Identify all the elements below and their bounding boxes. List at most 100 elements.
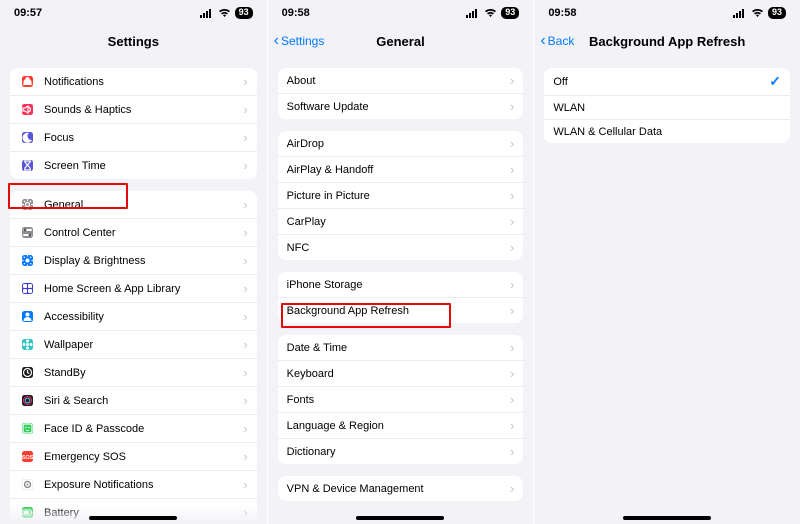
general-group-4: Date & Time›Keyboard›Fonts›Language & Re… — [278, 335, 524, 464]
row-battery[interactable]: Battery› — [10, 498, 257, 524]
chevron-right-icon: › — [243, 102, 247, 117]
row-label: About — [287, 75, 506, 87]
chevron-right-icon: › — [243, 197, 247, 212]
row-label: Exposure Notifications — [44, 479, 239, 491]
nav-bar: Settings — [0, 26, 267, 56]
home-indicator — [356, 516, 444, 520]
row-controlcenter[interactable]: Control Center › — [10, 218, 257, 246]
row-bgrefresh[interactable]: Background App Refresh› — [278, 297, 524, 323]
siri-icon — [19, 392, 36, 409]
back-button[interactable]: ‹ Back — [540, 26, 574, 56]
row-label: Face ID & Passcode — [44, 423, 239, 435]
row-screentime[interactable]: Screen Time› — [10, 151, 257, 179]
page-title: General — [376, 34, 424, 49]
row-carplay[interactable]: CarPlay› — [278, 208, 524, 234]
row-wallpaper[interactable]: Wallpaper› — [10, 330, 257, 358]
chevron-right-icon: › — [243, 393, 247, 408]
row-exposure[interactable]: Exposure Notifications› — [10, 470, 257, 498]
row-airdrop[interactable]: AirDrop› — [278, 131, 524, 156]
back-button[interactable]: ‹ Settings — [274, 26, 325, 56]
back-label: Back — [548, 34, 575, 48]
row-siri[interactable]: Siri & Search › — [10, 386, 257, 414]
row-label: Control Center — [44, 227, 239, 239]
hourglass-icon — [19, 157, 36, 174]
row-about[interactable]: About› — [278, 68, 524, 93]
page-title: Background App Refresh — [589, 34, 745, 49]
home-indicator — [623, 516, 711, 520]
sun-icon — [19, 252, 36, 269]
row-label: Dictionary — [287, 446, 506, 458]
chevron-right-icon: › — [243, 449, 247, 464]
row-label: WLAN & Cellular Data — [553, 126, 781, 138]
bell-icon — [19, 73, 36, 90]
row-vpn[interactable]: VPN & Device Management› — [278, 476, 524, 501]
row-label: Sounds & Haptics — [44, 104, 239, 116]
row-keyboard[interactable]: Keyboard› — [278, 360, 524, 386]
chevron-right-icon: › — [243, 253, 247, 268]
chevron-right-icon: › — [243, 225, 247, 240]
chevron-right-icon: › — [243, 365, 247, 380]
row-label: AirDrop — [287, 138, 506, 150]
back-label: Settings — [281, 34, 324, 48]
chevron-right-icon: › — [510, 188, 514, 203]
chevron-right-icon: › — [510, 214, 514, 229]
status-time: 09:57 — [14, 7, 42, 19]
exposure-icon — [19, 476, 36, 493]
flower-icon — [19, 336, 36, 353]
row-wlancell[interactable]: WLAN & Cellular Data — [544, 119, 790, 143]
signal-icon — [733, 8, 747, 18]
status-time: 09:58 — [548, 7, 576, 19]
row-homescreen[interactable]: Home Screen & App Library› — [10, 274, 257, 302]
row-label: WLAN — [553, 102, 781, 114]
row-software[interactable]: Software Update› — [278, 93, 524, 119]
row-label: Notifications — [44, 76, 239, 88]
speaker-icon — [19, 101, 36, 118]
row-label: Picture in Picture — [287, 190, 506, 202]
chevron-right-icon: › — [243, 130, 247, 145]
status-bar: 09:58 93 — [268, 0, 534, 26]
chevron-right-icon: › — [243, 421, 247, 436]
general-group-2: AirDrop›AirPlay & Handoff›Picture in Pic… — [278, 131, 524, 260]
row-label: AirPlay & Handoff — [287, 164, 506, 176]
row-sounds[interactable]: Sounds & Haptics › — [10, 95, 257, 123]
chevron-right-icon: › — [510, 99, 514, 114]
row-dictionary[interactable]: Dictionary› — [278, 438, 524, 464]
row-storage[interactable]: iPhone Storage› — [278, 272, 524, 297]
row-airplay[interactable]: AirPlay & Handoff› — [278, 156, 524, 182]
row-display[interactable]: Display & Brightness › — [10, 246, 257, 274]
row-focus[interactable]: Focus› — [10, 123, 257, 151]
row-faceid[interactable]: Face ID & Passcode › — [10, 414, 257, 442]
battery-indicator: 93 — [501, 7, 519, 19]
row-accessibility[interactable]: Accessibility› — [10, 302, 257, 330]
row-label: Keyboard — [287, 368, 506, 380]
screen-bg-app-refresh: 09:58 93 ‹ Back Background App Refresh O… — [533, 0, 800, 524]
chevron-right-icon: › — [243, 505, 247, 520]
row-general[interactable]: General › — [10, 191, 257, 218]
chevron-left-icon: ‹ — [274, 33, 279, 49]
chevron-right-icon: › — [510, 277, 514, 292]
grid-icon — [19, 280, 36, 297]
battery-indicator: 93 — [235, 7, 253, 19]
row-nfc[interactable]: NFC› — [278, 234, 524, 260]
row-language[interactable]: Language & Region› — [278, 412, 524, 438]
row-label: General — [44, 199, 239, 211]
person-icon — [19, 308, 36, 325]
row-pip[interactable]: Picture in Picture › — [278, 182, 524, 208]
nav-bar: ‹ Settings General — [268, 26, 534, 56]
chevron-right-icon: › — [510, 240, 514, 255]
row-sos[interactable]: SOSEmergency SOS› — [10, 442, 257, 470]
chevron-right-icon: › — [510, 392, 514, 407]
chevron-right-icon: › — [243, 158, 247, 173]
row-fonts[interactable]: Fonts› — [278, 386, 524, 412]
settings-group-2: General›Control Center›Display & Brightn… — [10, 191, 257, 524]
row-datetime[interactable]: Date & Time› — [278, 335, 524, 360]
row-label: Siri & Search — [44, 395, 239, 407]
row-wlan[interactable]: WLAN — [544, 95, 790, 119]
row-label: Display & Brightness — [44, 255, 239, 267]
bgrefresh-options: Off✓ WLAN WLAN & Cellular Data — [544, 68, 790, 143]
nav-bar: ‹ Back Background App Refresh — [534, 26, 800, 56]
gear-icon — [19, 196, 36, 213]
row-notifications[interactable]: Notifications› — [10, 68, 257, 95]
row-standby[interactable]: StandBy› — [10, 358, 257, 386]
row-off[interactable]: Off✓ — [544, 68, 790, 95]
